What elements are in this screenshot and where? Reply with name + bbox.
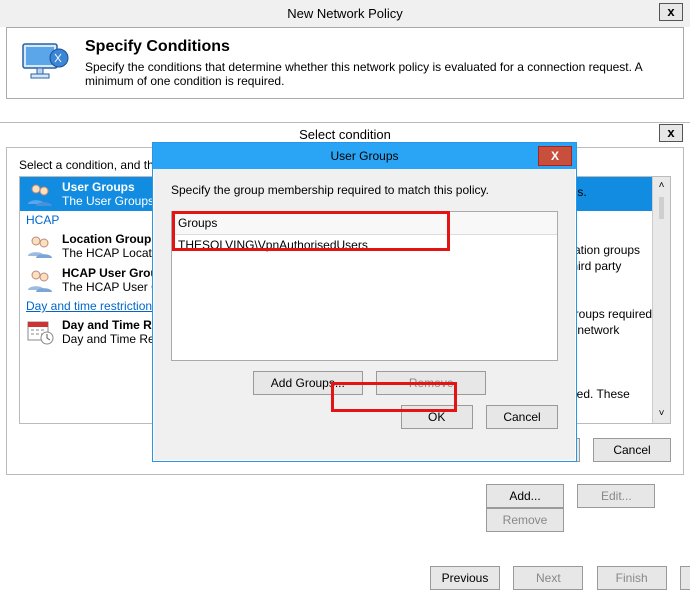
scroll-thumb[interactable] (659, 197, 665, 219)
wizard-add-button[interactable]: Add... (486, 484, 564, 508)
wizard-edit-button: Edit... (577, 484, 655, 508)
user-groups-ok-button[interactable]: OK (401, 405, 473, 429)
remove-group-button: Remove (376, 371, 486, 395)
wizard-next-button: Next (513, 566, 583, 590)
network-policy-icon (19, 38, 69, 88)
condition-item-desc: The User Groups (62, 194, 154, 208)
user-groups-hint: Specify the group membership required to… (171, 183, 558, 197)
groups-list-item[interactable]: THESOLVING\VpnAuthorisedUsers (172, 235, 557, 255)
wizard-condition-buttons: Add... Edit... Remove (476, 484, 690, 532)
condition-item-title: User Groups (62, 180, 154, 194)
user-groups-titlebar[interactable]: User Groups X (153, 143, 576, 169)
wizard-close-button[interactable]: x (659, 3, 683, 21)
wizard-finish-button: Finish (597, 566, 667, 590)
select-condition-close-button[interactable]: x (659, 124, 683, 142)
select-condition-cancel-button[interactable]: Cancel (593, 438, 671, 462)
wizard-heading: Specify Conditions (85, 38, 671, 56)
user-groups-dialog: User Groups X Specify the group membersh… (152, 142, 577, 462)
users-icon (26, 232, 54, 260)
list-row-fragment: wed. These (568, 387, 630, 401)
wizard-description: Specify the conditions that determine wh… (85, 60, 671, 88)
list-row-fragment: groups required (568, 307, 652, 321)
calendar-icon (26, 318, 54, 346)
wizard-header: Specify Conditions Specify the condition… (6, 27, 684, 99)
wizard-nav-buttons: Previous Next Finish Cancel (420, 566, 690, 590)
users-icon (26, 266, 54, 294)
user-groups-title: User Groups (330, 149, 398, 163)
scroll-down-icon[interactable]: ˅ (653, 405, 670, 423)
wizard-cancel-button[interactable]: Cancel (680, 566, 690, 590)
scrollbar[interactable]: ˄ ˅ (652, 177, 670, 423)
list-row-fragment: cation groups (568, 243, 640, 257)
scroll-up-icon[interactable]: ˄ (659, 177, 665, 195)
groups-column-header[interactable]: Groups (172, 212, 557, 235)
users-icon (26, 180, 54, 208)
wizard-previous-button[interactable]: Previous (430, 566, 500, 590)
user-groups-cancel-button[interactable]: Cancel (486, 405, 558, 429)
groups-listview[interactable]: Groups THESOLVING\VpnAuthorisedUsers (171, 211, 558, 361)
add-groups-button[interactable]: Add Groups... (253, 371, 363, 395)
wizard-title: New Network Policy (0, 0, 690, 27)
user-groups-close-button[interactable]: X (538, 146, 572, 166)
wizard-remove-button: Remove (486, 508, 564, 532)
